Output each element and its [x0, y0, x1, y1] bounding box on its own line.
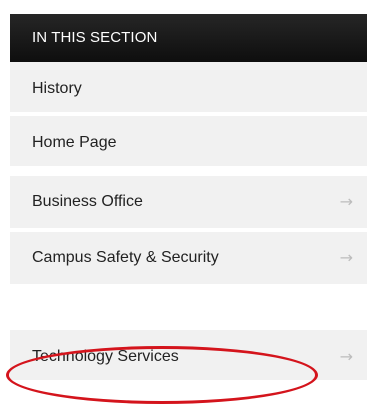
nav-item-label: History — [32, 80, 82, 97]
nav-item-label: Home Page — [32, 134, 117, 151]
nav-item-history[interactable]: History — [10, 62, 367, 116]
section-header: IN THIS SECTION — [10, 14, 367, 62]
section-nav: IN THIS SECTION History Home Page Busine… — [10, 14, 367, 384]
nav-item-technology-services[interactable]: Technology Services → — [10, 330, 367, 384]
arrow-right-icon: → — [339, 192, 353, 211]
nav-item-label: Business Office — [32, 193, 143, 210]
arrow-right-icon: → — [339, 347, 353, 366]
nav-item-label: Campus Safety & Security — [32, 249, 219, 266]
nav-item-campus-safety[interactable]: Campus Safety & Security → — [10, 232, 367, 288]
arrow-right-icon: → — [339, 248, 353, 267]
nav-item-label: Technology Services — [32, 348, 179, 365]
nav-spacer — [10, 288, 367, 330]
nav-item-home-page[interactable]: Home Page — [10, 116, 367, 170]
nav-item-business-office[interactable]: Business Office → — [10, 176, 367, 232]
